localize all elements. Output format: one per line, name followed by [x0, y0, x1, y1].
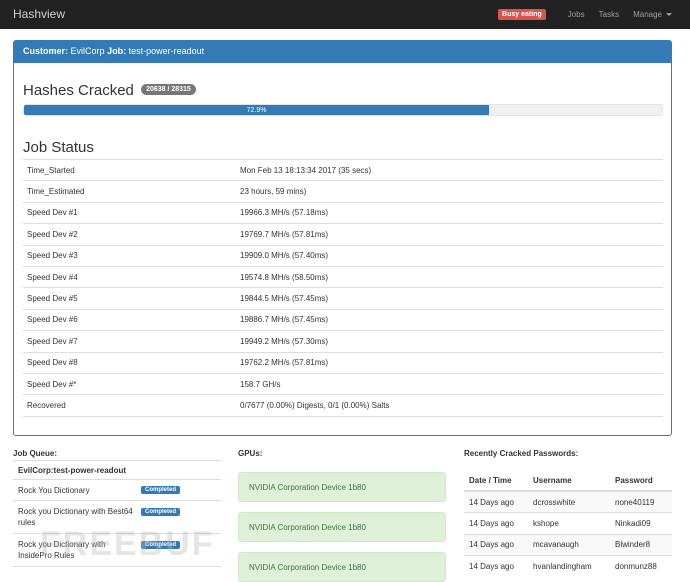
- status-value: 23 hours, 59 mins): [236, 180, 663, 203]
- panel-heading: Customer: EvilCorp Job: test-power-reado…: [14, 41, 671, 63]
- table-row: Speed Dev #8 19762.2 MH/s (57.81ms): [23, 351, 663, 374]
- table-row: 14 Days ago dcrosswhite none40119: [464, 490, 672, 513]
- column-header-password: Password: [610, 470, 672, 492]
- caret-down-icon: [666, 13, 672, 17]
- gpu-device-box: NVIDIA Corporation Device 1b80: [238, 512, 446, 542]
- column-header-date: Date / Time: [464, 470, 528, 492]
- table-header-row: Date / Time Username Password: [464, 470, 672, 492]
- top-navbar: Hashview Busy eating Jobs Tasks Manage: [0, 0, 690, 29]
- cracked-progress-bar: 72.9%: [24, 105, 490, 115]
- table-row: Speed Dev #5 19844.5 MH/s (57.45ms): [23, 287, 663, 310]
- status-value: 19909.0 MH/s (57.40ms): [236, 244, 663, 267]
- status-value: 19844.5 MH/s (57.45ms): [236, 287, 663, 310]
- nav-manage-dropdown[interactable]: Manage: [633, 10, 672, 19]
- busy-status-badge: Busy eating: [498, 9, 546, 20]
- status-key: Speed Dev #1: [23, 201, 236, 224]
- table-row: Speed Dev #3 19909.0 MH/s (57.40ms): [23, 244, 663, 267]
- table-row: 14 Days ago mcavanaugh Blwinder8: [464, 533, 672, 556]
- status-value: 19949.2 MH/s (57.30ms): [236, 330, 663, 353]
- table-row: Speed Dev #6 19886.7 MH/s (57.45ms): [23, 308, 663, 331]
- status-value: 19574.8 MH/s (58.50ms): [236, 265, 663, 288]
- status-key: Speed Dev #*: [23, 372, 236, 395]
- status-value: 0/7677 (0.00%) Digests, 0/1 (0.00%) Salt…: [236, 394, 663, 417]
- hashes-cracked-heading: Hashes Cracked 20638 / 28315: [23, 82, 196, 99]
- customer-name: EvilCorp: [70, 46, 105, 56]
- status-key: Speed Dev #6: [23, 308, 236, 331]
- column-header-username: Username: [528, 470, 610, 492]
- job-panel: Customer: EvilCorp Job: test-power-reado…: [13, 40, 672, 436]
- nav-tasks-link[interactable]: Tasks: [599, 10, 619, 19]
- status-value: Mon Feb 13 18:13:34 2017 (35 secs): [236, 158, 663, 181]
- nav-manage-label: Manage: [633, 10, 662, 19]
- cell-password: none40119: [610, 490, 672, 513]
- status-value: 19886.7 MH/s (57.45ms): [236, 308, 663, 331]
- table-row: Speed Dev #2 19769.7 MH/s (57.81ms): [23, 223, 663, 246]
- job-status-table: Time_Started Mon Feb 13 18:13:34 2017 (35…: [23, 158, 663, 417]
- cell-date: 14 Days ago: [464, 490, 528, 513]
- table-row: 14 Days ago hvanlandingham donmunz88: [464, 555, 672, 577]
- cell-date: 14 Days ago: [464, 512, 528, 534]
- completed-badge: Completed: [141, 508, 181, 516]
- cell-password: Blwinder8: [610, 533, 672, 556]
- job-queue-title: Job Queue:: [13, 449, 58, 458]
- cell-username: hvanlandingham: [528, 555, 610, 577]
- status-value: 19769.7 MH/s (57.81ms): [236, 223, 663, 246]
- table-row: 14 Days ago kshope Ninkadi09: [464, 512, 672, 534]
- cell-username: mcavanaugh: [528, 533, 610, 556]
- table-row: Speed Dev #7 19949.2 MH/s (57.30ms): [23, 330, 663, 353]
- table-row: Speed Dev #4 19574.8 MH/s (58.50ms): [23, 265, 663, 288]
- status-value: 158.7 GH/s: [236, 372, 663, 395]
- table-row: Recovered 0/7677 (0.00%) Digests, 0/1 (0.…: [23, 394, 663, 417]
- gpu-device-box: NVIDIA Corporation Device 1b80: [238, 472, 446, 502]
- job-name: test-power-readout: [128, 46, 205, 56]
- table-row: Time_Estimated 23 hours, 59 mins): [23, 180, 663, 203]
- status-key: Recovered: [23, 394, 236, 417]
- job-label: Job:: [107, 46, 127, 56]
- cell-password: Ninkadi09: [610, 512, 672, 534]
- cell-date: 14 Days ago: [464, 555, 528, 577]
- table-row: Time_Started Mon Feb 13 18:13:34 2017 (35…: [23, 158, 663, 181]
- hashes-cracked-title: Hashes Cracked: [23, 82, 134, 99]
- customer-label: Customer:: [23, 46, 69, 56]
- nav-jobs-link[interactable]: Jobs: [568, 10, 585, 19]
- cell-username: dcrosswhite: [528, 490, 610, 513]
- status-key: Speed Dev #8: [23, 351, 236, 374]
- status-key: Time_Estimated: [23, 180, 236, 203]
- completed-badge: Completed: [141, 486, 181, 494]
- status-key: Speed Dev #5: [23, 287, 236, 310]
- status-key: Speed Dev #3: [23, 244, 236, 267]
- table-row: Speed Dev #* 158.7 GH/s: [23, 372, 663, 395]
- navbar-right: Busy eating Jobs Tasks Manage: [498, 0, 672, 29]
- recently-cracked-title: Recently Cracked Passwords:: [464, 449, 579, 458]
- brand-link[interactable]: Hashview: [13, 7, 65, 21]
- recently-cracked-table: Date / Time Username Password 14 Days ag…: [464, 470, 672, 577]
- list-item: Rock You Dictionary Completed: [13, 480, 221, 501]
- status-key: Speed Dev #4: [23, 265, 236, 288]
- job-status-title: Job Status: [23, 139, 94, 156]
- gpus-title: GPUs:: [238, 449, 263, 458]
- status-key: Speed Dev #2: [23, 223, 236, 246]
- hashes-count-badge: 20638 / 28315: [141, 83, 196, 95]
- queue-job-name: EvilCorp:test-power-readout: [13, 460, 221, 480]
- table-row: Speed Dev #1 19966.3 MH/s (57.18ms): [23, 201, 663, 224]
- status-value: 19966.3 MH/s (57.18ms): [236, 201, 663, 224]
- cell-username: kshope: [528, 512, 610, 534]
- status-value: 19762.2 MH/s (57.81ms): [236, 351, 663, 374]
- cell-password: donmunz88: [610, 555, 672, 577]
- cracked-progress: 72.9%: [23, 104, 663, 116]
- queue-task-name: Rock You Dictionary: [18, 486, 90, 495]
- status-key: Time_Started: [23, 158, 236, 181]
- status-key: Speed Dev #7: [23, 330, 236, 353]
- cell-date: 14 Days ago: [464, 533, 528, 556]
- watermark: FREEBUF: [40, 525, 215, 563]
- gpu-device-box: NVIDIA Corporation Device 1b80: [238, 552, 446, 582]
